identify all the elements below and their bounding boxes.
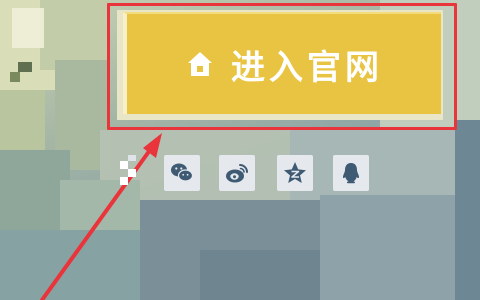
social-share-bar	[0, 155, 480, 195]
share-icon[interactable]	[118, 155, 140, 191]
weibo-icon[interactable]	[219, 155, 255, 191]
wechat-icon[interactable]	[164, 155, 200, 191]
qq-icon[interactable]	[333, 155, 369, 191]
highlight-box	[107, 3, 457, 130]
qzone-icon[interactable]	[277, 155, 313, 191]
